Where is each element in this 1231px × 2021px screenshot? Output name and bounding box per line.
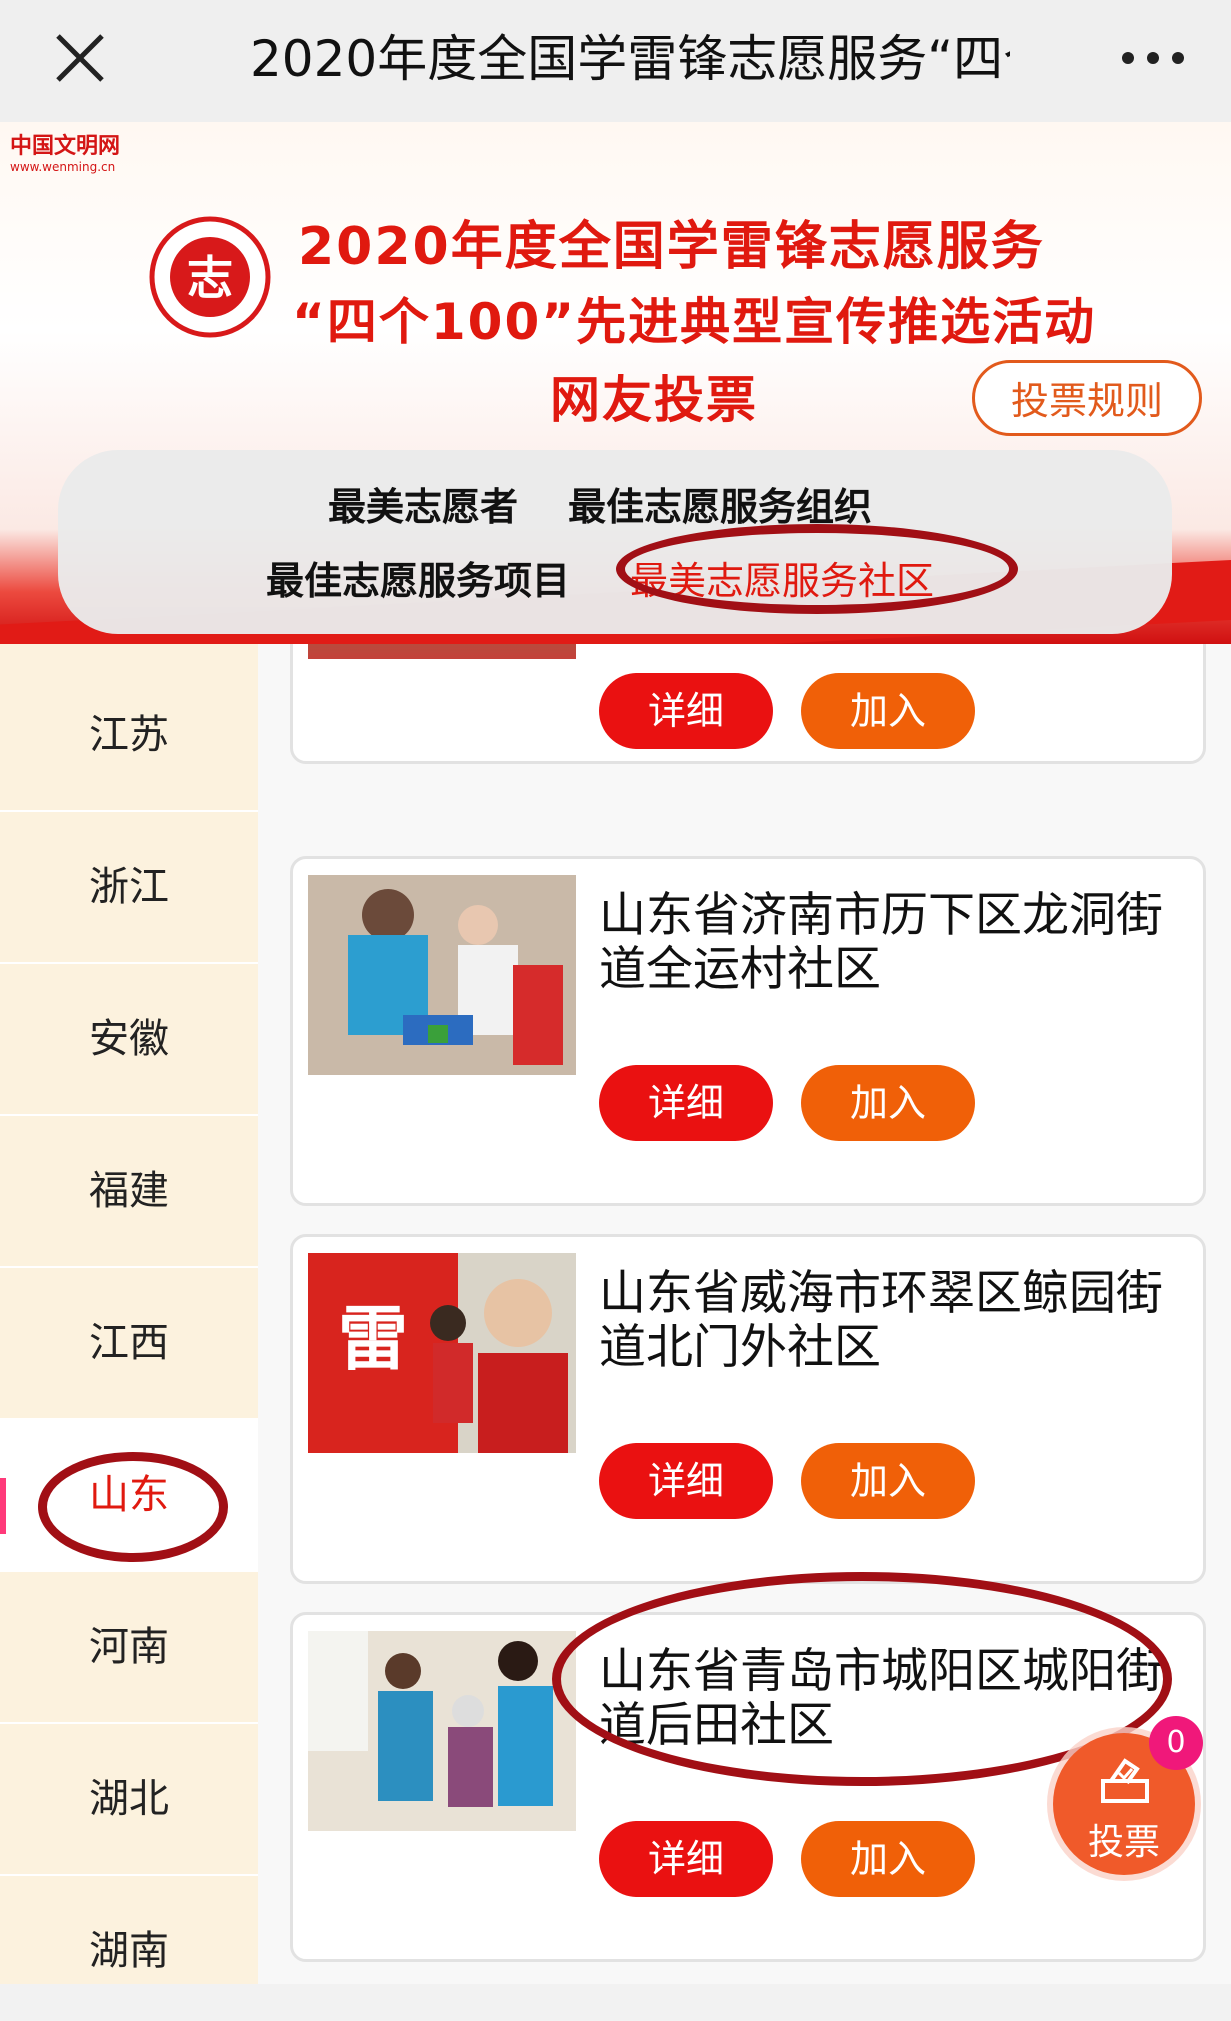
join-button[interactable]: 加入	[801, 1821, 975, 1897]
banner-title-line2: “四个100”先进典型宣传推选活动	[292, 293, 1097, 351]
sidebar-item-anhui[interactable]: 安徽	[0, 964, 258, 1116]
join-button[interactable]: 加入	[801, 1443, 975, 1519]
tab-best-organization[interactable]: 最佳志愿服务组织	[568, 476, 872, 531]
volunteer-emblem-icon: 志	[149, 216, 271, 338]
tab-best-volunteer[interactable]: 最美志愿者	[328, 476, 518, 531]
sidebar-item-henan[interactable]: 河南	[0, 1572, 258, 1724]
vote-label: 投票	[1087, 1822, 1160, 1863]
detail-button[interactable]: 详细	[599, 1065, 773, 1141]
close-icon[interactable]	[52, 30, 108, 86]
sidebar-item-hubei[interactable]: 湖北	[0, 1724, 258, 1876]
community-photo	[308, 875, 576, 1075]
sidebar-item-fujian[interactable]: 福建	[0, 1116, 258, 1268]
tab-best-project[interactable]: 最佳志愿服务项目	[266, 550, 570, 605]
window-title: 2020年度全国学雷锋志愿服务“四个100”先进典型宣传推选活动	[250, 30, 1010, 88]
vote-rules-button[interactable]: 投票规则	[972, 360, 1202, 436]
sidebar-item-zhejiang[interactable]: 浙江	[0, 812, 258, 964]
banner: 中国文明网 www.wenming.cn 志 2020年度全国学雷锋志愿服务 “…	[0, 122, 1231, 644]
vote-count-badge: 0	[1149, 1716, 1203, 1770]
detail-button[interactable]: 详细	[599, 1443, 773, 1519]
active-province-marker	[0, 1478, 6, 1534]
community-photo: 雷	[308, 1253, 576, 1453]
community-name[interactable]: 山东省济南市历下区龙洞街道全运村社区	[599, 889, 1179, 997]
svg-text:雷: 雷	[338, 1298, 408, 1380]
list-item: 雷 山东省威海市环翠区鲸园街道北门外社区 详细 加入	[290, 1234, 1206, 1584]
sidebar-item-jiangsu[interactable]: 江苏	[0, 660, 258, 812]
list-item: 详细 加入	[290, 644, 1206, 764]
wenming-logo: 中国文明网 www.wenming.cn	[10, 134, 121, 174]
sidebar-item-hunan[interactable]: 湖南	[0, 1876, 258, 1984]
more-icon[interactable]	[1122, 48, 1184, 66]
annotation-circle	[38, 1452, 228, 1562]
category-tabs: 最美志愿者 最佳志愿服务组织 最佳志愿服务项目 最美志愿服务社区	[58, 450, 1172, 634]
list-item: 山东省济南市历下区龙洞街道全运村社区 详细 加入	[290, 856, 1206, 1206]
banner-title-line1: 2020年度全国学雷锋志愿服务	[298, 217, 1045, 277]
community-name[interactable]: 山东省威海市环翠区鲸园街道北门外社区	[599, 1267, 1179, 1375]
detail-button[interactable]: 详细	[599, 673, 773, 749]
province-sidebar: 江苏 浙江 安徽 福建 江西 山东 河南 湖北 湖南	[0, 644, 258, 1984]
sidebar-item-jiangxi[interactable]: 江西	[0, 1268, 258, 1420]
ballot-icon	[1101, 1758, 1149, 1803]
title-bar: 2020年度全国学雷锋志愿服务“四个100”先进典型宣传推选活动	[0, 0, 1231, 122]
bottom-bar	[0, 1984, 1231, 2021]
svg-text:志: 志	[187, 251, 233, 305]
banner-title-line3: 网友投票	[550, 371, 758, 429]
annotation-circle	[616, 524, 1018, 614]
community-photo	[308, 1631, 576, 1831]
detail-button[interactable]: 详细	[599, 1821, 773, 1897]
community-photo	[308, 644, 576, 659]
join-button[interactable]: 加入	[801, 1065, 975, 1141]
join-button[interactable]: 加入	[801, 673, 975, 749]
